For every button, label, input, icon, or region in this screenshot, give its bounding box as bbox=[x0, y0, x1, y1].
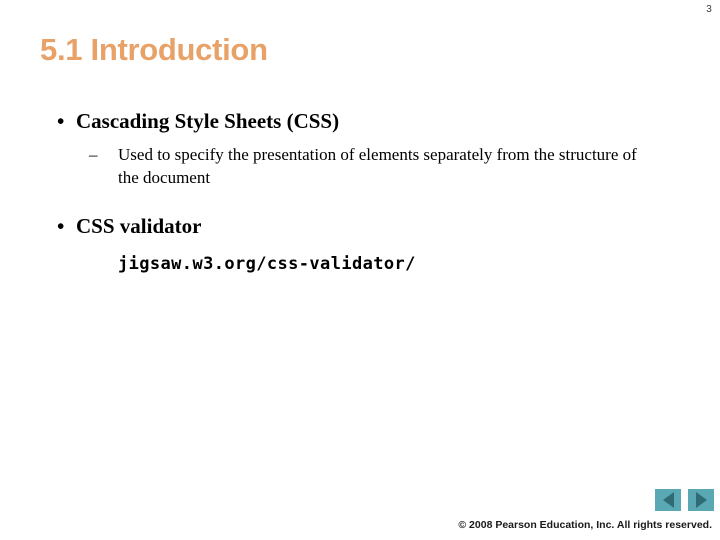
validator-url: jigsaw.w3.org/css-validator/ bbox=[118, 254, 416, 274]
bullet-item-label: Used to specify the presentation of elem… bbox=[118, 145, 637, 187]
page-number: 3 bbox=[706, 4, 712, 15]
bullet-item-level2: – Used to specify the presentation of el… bbox=[0, 143, 720, 189]
triangle-right-icon bbox=[695, 492, 707, 508]
navigation-controls bbox=[655, 489, 715, 511]
slide-body: • Cascading Style Sheets (CSS) – Used to… bbox=[0, 108, 720, 276]
copyright-footer: © 2008 Pearson Education, Inc. All right… bbox=[458, 519, 712, 531]
next-slide-button[interactable] bbox=[688, 489, 714, 511]
bullet-marker-icon: • bbox=[57, 214, 65, 238]
bullet-item-level1: • CSS validator bbox=[0, 213, 720, 239]
bullet-item-level1: • Cascading Style Sheets (CSS) bbox=[0, 108, 720, 134]
bullet-item-label: CSS validator bbox=[76, 214, 202, 238]
bullet-marker-icon: • bbox=[57, 109, 65, 133]
previous-slide-button[interactable] bbox=[655, 489, 681, 511]
presentation-slide: 3 5.1 Introduction • Cascading Style She… bbox=[0, 0, 720, 540]
triangle-left-icon bbox=[662, 492, 674, 508]
bullet-item-label: Cascading Style Sheets (CSS) bbox=[76, 109, 340, 133]
dash-marker-icon: – bbox=[89, 145, 98, 164]
page-title: 5.1 Introduction bbox=[40, 32, 268, 67]
